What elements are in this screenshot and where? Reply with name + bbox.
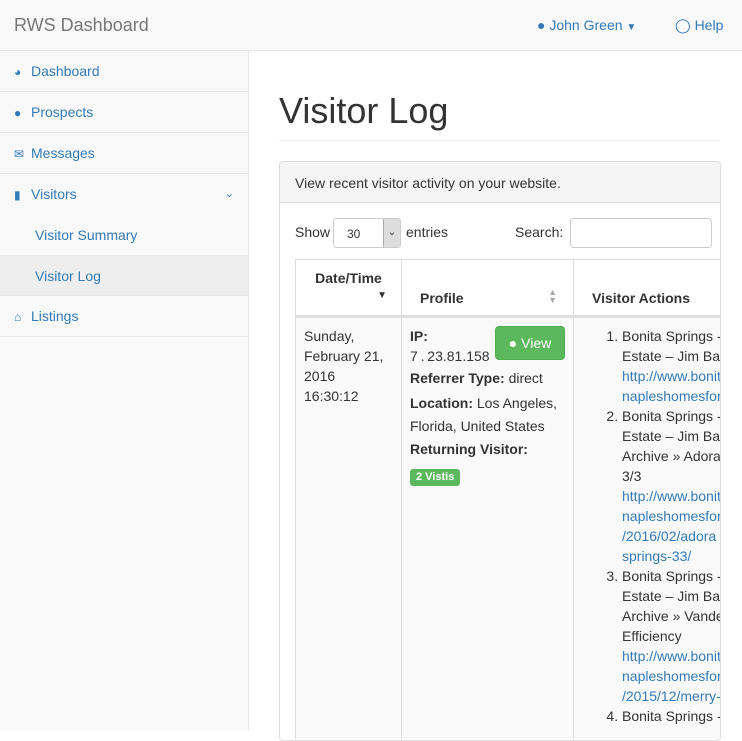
header-label: Date/Time xyxy=(315,270,382,286)
action-title: Estate – Jim Ba xyxy=(622,428,721,444)
referrer-value: direct xyxy=(508,370,543,386)
home-icon: ⌂ xyxy=(14,310,22,324)
visitor-log-panel: View recent visitor activity on your web… xyxy=(279,161,721,741)
caret-down-icon: ▼ xyxy=(626,22,637,33)
user-icon: ● xyxy=(508,335,518,351)
sidebar-item-visitors[interactable]: ▮ Visitors ⌄ xyxy=(0,174,248,215)
user-icon: ● xyxy=(537,17,546,33)
sidebar: ◕ Dashboard ● Prospects ✉ Messages ▮ Visitor… xyxy=(0,51,249,730)
action-link[interactable]: http://www.bonit xyxy=(622,646,720,666)
action-item: Bonita Springs - Estate – Jim Ba http://ww… xyxy=(622,326,721,406)
envelope-icon: ✉ xyxy=(14,147,25,161)
label: Prospects xyxy=(31,104,94,120)
help-link[interactable]: ◯ Help xyxy=(675,17,723,34)
label: Visitors xyxy=(31,186,77,202)
action-link[interactable]: http://www.bonit xyxy=(622,366,720,386)
entries-select[interactable]: 30 ⌄ xyxy=(333,218,401,248)
bar-chart-icon: ▮ xyxy=(14,188,21,202)
action-item: Bonita Springs - xyxy=(622,706,721,726)
visitor-table: Date/Time ▼ Profile ▲ ▼ Visitor Actions Sun… xyxy=(295,259,721,739)
date-line: February 21, xyxy=(304,348,384,364)
life-ring-icon: ◯ xyxy=(675,17,691,33)
label: Dashboard xyxy=(31,63,100,79)
sort-icon: ▲ ▼ xyxy=(548,287,557,305)
column-header-visitor-actions[interactable]: Visitor Actions xyxy=(573,259,720,316)
column-header-profile[interactable]: Profile ▲ ▼ xyxy=(401,259,574,316)
label: Messages xyxy=(31,145,95,161)
referrer-label: Referrer Type: xyxy=(410,370,505,386)
panel-heading: View recent visitor activity on your web… xyxy=(280,162,720,203)
action-title: Archive » Vande xyxy=(622,608,721,624)
location-label: Location: xyxy=(410,395,473,411)
sidebar-item-visitor-log[interactable]: Visitor Log xyxy=(0,255,248,296)
sidebar-item-dashboard[interactable]: ◕ Dashboard xyxy=(0,51,248,92)
navbar: RWS Dashboard ● John Green ▼ ◯ Help xyxy=(0,0,742,51)
sidebar-item-visitor-summary[interactable]: Visitor Summary xyxy=(0,215,248,255)
date-line: Sunday, xyxy=(304,328,355,344)
action-title: Estate – Jim Ba xyxy=(622,588,721,604)
location-value: Los Angeles, xyxy=(476,395,558,411)
header-label: Profile xyxy=(420,290,464,306)
tachometer-icon: ◕ xyxy=(14,65,22,79)
cell-profile: IP: 7 . 23.81.158 Referrer Type: direct … xyxy=(401,318,574,739)
action-link[interactable]: napleshomesfor xyxy=(622,386,720,406)
date-line: 16:30:12 xyxy=(304,388,359,404)
action-title: Archive » Adora xyxy=(622,448,721,464)
divider xyxy=(279,140,720,141)
action-title: Efficiency xyxy=(622,628,682,644)
location-value-2: Florida, United States xyxy=(410,418,545,434)
chevron-down-icon: ⌄ xyxy=(383,219,400,247)
users-icon: ● xyxy=(14,106,22,120)
actions-list: Bonita Springs - Estate – Jim Ba http://ww… xyxy=(574,326,721,726)
entries-label: entries xyxy=(406,224,449,240)
column-header-datetime[interactable]: Date/Time ▼ xyxy=(295,259,402,316)
label: Listings xyxy=(31,308,79,324)
search-label: Search: xyxy=(515,224,564,240)
action-link[interactable]: /2016/02/adora xyxy=(622,526,720,546)
page-title: Visitor Log xyxy=(279,90,449,131)
action-link[interactable]: springs-33/ xyxy=(622,546,720,566)
sort-desc-icon: ▼ xyxy=(377,290,387,301)
header-label: Visitor Actions xyxy=(592,290,691,306)
action-title: Bonita Springs - xyxy=(622,568,721,584)
user-name: John Green xyxy=(549,17,623,33)
sidebar-item-messages[interactable]: ✉ Messages xyxy=(0,133,248,174)
view-label: View xyxy=(521,335,552,351)
action-link[interactable]: /2015/12/merry- xyxy=(622,686,720,706)
date-line: 2016 xyxy=(304,368,336,384)
visits-badge: 2 Vistis xyxy=(410,469,461,486)
action-title: 3/3 xyxy=(622,468,642,484)
sidebar-item-prospects[interactable]: ● Prospects xyxy=(0,92,248,133)
user-menu[interactable]: ● John Green ▼ xyxy=(537,17,636,33)
action-title: Bonita Springs - xyxy=(622,408,721,424)
search-input[interactable] xyxy=(570,218,712,248)
action-title: Bonita Springs - xyxy=(622,328,721,344)
action-title: Bonita Springs - xyxy=(622,708,721,724)
sidebar-item-listings[interactable]: ⌂ Listings xyxy=(0,296,248,337)
action-link[interactable]: napleshomesfor xyxy=(622,666,720,686)
brand[interactable]: RWS Dashboard xyxy=(14,15,149,36)
show-label: Show xyxy=(295,224,331,240)
help-label: Help xyxy=(694,17,724,33)
action-item: Bonita Springs - Estate – Jim Ba Archive »… xyxy=(622,406,721,566)
action-item: Bonita Springs - Estate – Jim Ba Archive »… xyxy=(622,566,721,706)
chevron-down-icon: ⌄ xyxy=(224,188,234,200)
returning-visitor-label: Returning Visitor: xyxy=(410,441,528,457)
view-button[interactable]: ● View xyxy=(495,326,565,360)
cell-visitor-actions: Bonita Springs - Estate – Jim Ba http://ww… xyxy=(573,318,721,739)
action-link[interactable]: http://www.bonit xyxy=(622,486,720,506)
cell-datetime: Sunday, February 21, 2016 16:30:12 xyxy=(295,318,402,739)
entries-value: 30 xyxy=(347,227,361,241)
action-title: Estate – Jim Ba xyxy=(622,348,721,364)
action-link[interactable]: napleshomesfor xyxy=(622,506,720,526)
